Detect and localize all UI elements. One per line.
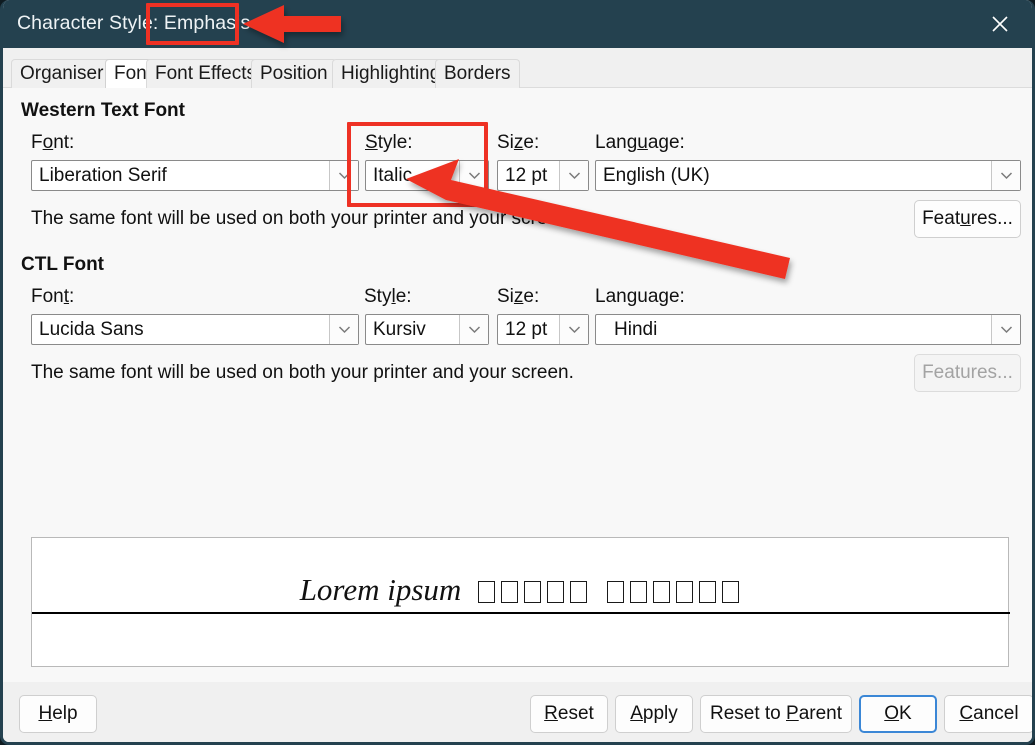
tab-label: Borders — [444, 63, 511, 84]
preview-baseline — [32, 612, 1010, 614]
ctl-language-value: Hindi — [614, 318, 658, 340]
ctl-features-label: Features... — [922, 362, 1013, 383]
missing-glyph-box — [524, 581, 542, 603]
ok-button[interactable]: OK — [859, 695, 937, 733]
ctl-font-heading: CTL Font — [21, 254, 105, 275]
character-style-dialog: Character Style: Emphasis Organiser Font… — [0, 0, 1035, 745]
ok-label: OK — [884, 703, 912, 724]
western-size-label: Size: — [497, 132, 540, 153]
apply-label: Apply — [630, 703, 678, 724]
missing-glyph-box — [630, 581, 648, 603]
help-label: Help — [38, 703, 78, 724]
western-font-label: Font: — [31, 132, 75, 153]
dialog-footer: Help Reset Apply Reset to Parent OK Canc… — [3, 682, 1032, 742]
western-size-combobox[interactable]: 12 pt — [497, 160, 589, 191]
tab-strip: Organiser Font Font Effects Position Hig… — [3, 48, 1032, 88]
chevron-down-icon[interactable] — [559, 161, 588, 190]
missing-glyph-box — [676, 581, 694, 603]
ctl-language-combobox[interactable]: Hindi — [595, 314, 1021, 345]
ctl-language-label: Language: — [595, 286, 685, 307]
tab-label: Position — [260, 63, 328, 84]
ctl-style-value: Kursiv — [373, 318, 426, 340]
ctl-size-combobox[interactable]: 12 pt — [497, 314, 589, 345]
tab-organiser[interactable]: Organiser — [11, 59, 113, 88]
cancel-label: Cancel — [959, 703, 1019, 724]
ctl-size-label: Size: — [497, 286, 540, 307]
reset-to-parent-button[interactable]: Reset to Parent — [700, 695, 852, 733]
close-icon — [992, 16, 1008, 32]
missing-glyph-box — [501, 581, 519, 603]
western-font-combobox[interactable]: Liberation Serif — [31, 160, 359, 191]
ctl-features-button: Features... — [914, 354, 1021, 392]
close-button[interactable] — [973, 4, 1027, 44]
missing-glyph-box — [547, 581, 565, 603]
western-text-font-heading: Western Text Font — [21, 100, 185, 121]
missing-glyph-box — [570, 581, 588, 603]
chevron-down-icon[interactable] — [329, 315, 358, 344]
title-style-name: Emphasis — [163, 12, 251, 34]
preview-ctl-glyphs-1 — [475, 572, 590, 607]
chevron-down-icon[interactable] — [991, 161, 1020, 190]
ctl-style-combobox[interactable]: Kursiv — [365, 314, 489, 345]
ctl-font-combobox[interactable]: Lucida Sans — [31, 314, 359, 345]
preview-text: Lorem ipsum — [32, 572, 1010, 608]
western-font-value: Liberation Serif — [39, 164, 167, 186]
western-size-value: 12 pt — [505, 164, 548, 186]
western-features-label: Features... — [922, 208, 1013, 229]
ctl-font-value: Lucida Sans — [39, 318, 144, 340]
missing-glyph-box — [653, 581, 671, 603]
title-bar: Character Style: Emphasis — [3, 0, 1032, 48]
missing-glyph-box — [722, 581, 740, 603]
help-button[interactable]: Help — [19, 695, 97, 733]
chevron-down-icon[interactable] — [991, 315, 1020, 344]
chevron-down-icon[interactable] — [559, 315, 588, 344]
western-style-label: Style: — [365, 132, 413, 153]
reset-label: Reset — [544, 703, 594, 724]
title-prefix: Character Style: — [17, 12, 164, 34]
tab-font-effects[interactable]: Font Effects — [146, 59, 266, 88]
tab-highlighting[interactable]: Highlighting — [332, 59, 450, 88]
western-style-combobox[interactable]: Italic — [365, 160, 489, 191]
preview-western-text: Lorem ipsum — [299, 572, 462, 607]
font-preview-box: Lorem ipsum — [31, 537, 1010, 667]
chevron-down-icon[interactable] — [329, 161, 358, 190]
reset-button[interactable]: Reset — [530, 695, 608, 733]
western-language-label: Language: — [595, 132, 685, 153]
ctl-size-value: 12 pt — [505, 318, 548, 340]
tab-label: Highlighting — [341, 63, 441, 84]
reset-to-parent-label: Reset to Parent — [709, 703, 843, 724]
ctl-font-note: The same font will be used on both your … — [31, 362, 574, 383]
missing-glyph-box — [478, 581, 496, 603]
cancel-button[interactable]: Cancel — [944, 695, 1032, 733]
page-title: Character Style: Emphasis — [17, 12, 250, 35]
western-language-value: English (UK) — [603, 164, 710, 186]
western-features-button[interactable]: Features... — [914, 200, 1021, 238]
chevron-down-icon[interactable] — [459, 315, 488, 344]
chevron-down-icon[interactable] — [459, 161, 488, 190]
western-language-combobox[interactable]: English (UK) — [595, 160, 1021, 191]
preview-ctl-glyphs-2 — [604, 572, 742, 607]
western-font-note: The same font will be used on both your … — [31, 208, 574, 229]
tab-borders[interactable]: Borders — [435, 59, 520, 88]
tab-label: Font Effects — [155, 63, 257, 84]
missing-glyph-box — [699, 581, 717, 603]
ctl-font-label: Font: — [31, 286, 75, 307]
tab-position[interactable]: Position — [251, 59, 337, 88]
missing-glyph-box — [607, 581, 625, 603]
apply-button[interactable]: Apply — [615, 695, 693, 733]
ctl-style-label: Style: — [364, 286, 412, 307]
tab-label: Organiser — [20, 63, 104, 84]
western-style-value: Italic — [373, 164, 413, 186]
